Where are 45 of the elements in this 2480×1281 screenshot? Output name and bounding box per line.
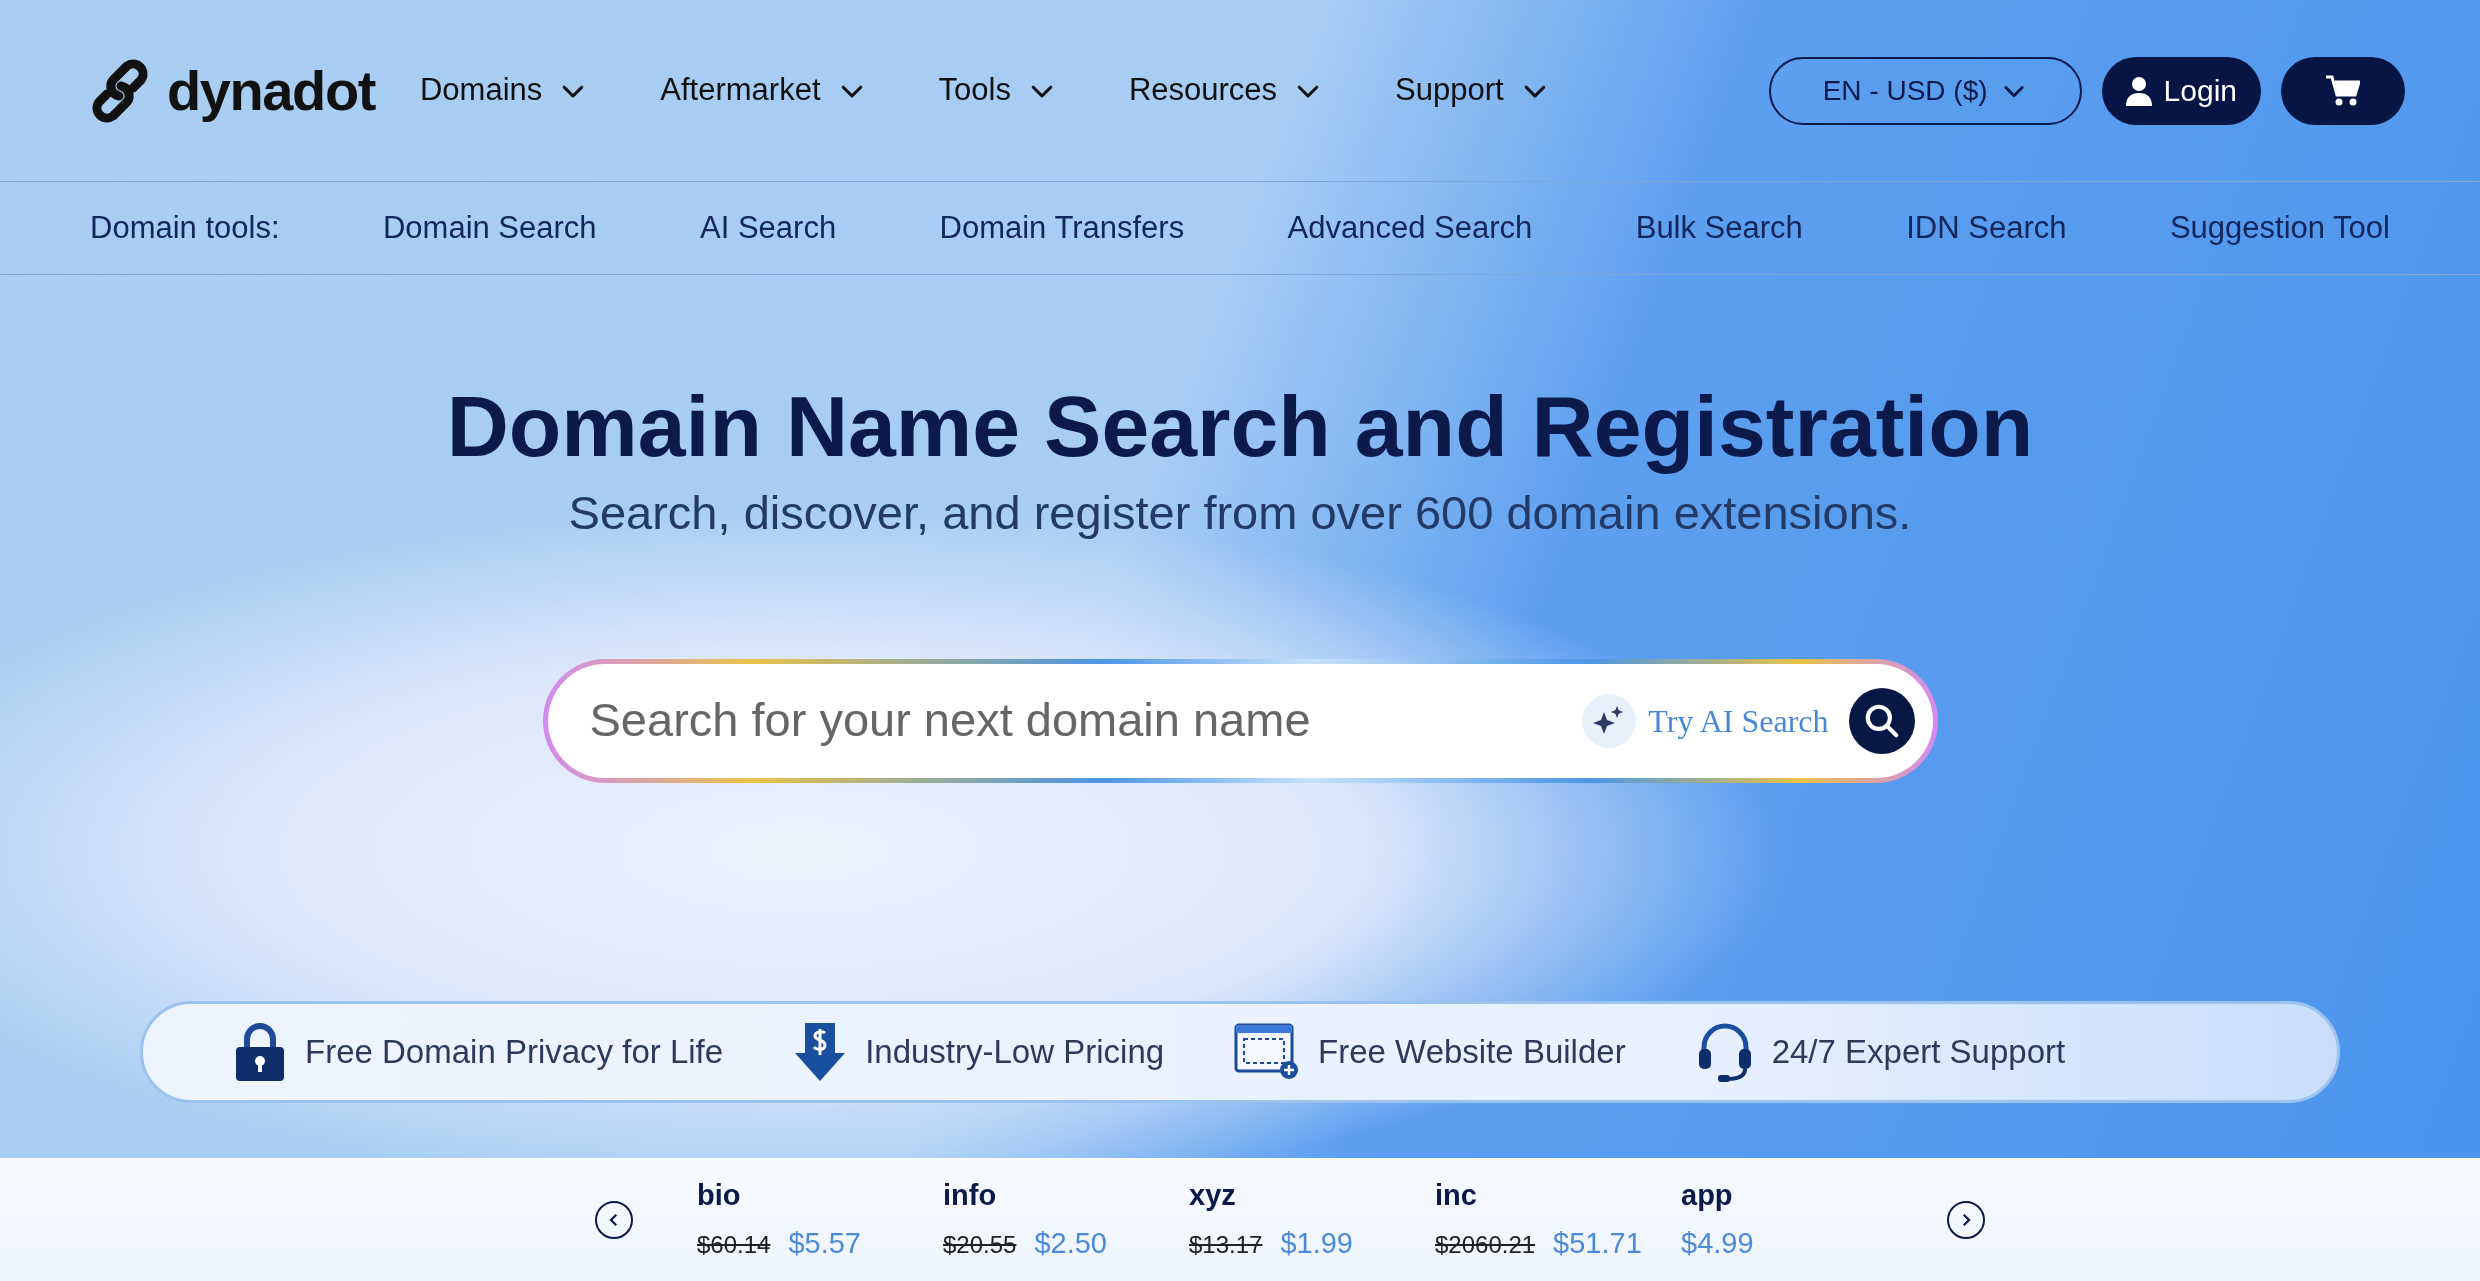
domain-tools-label: Domain tools: [90, 208, 280, 247]
tld-name: app [1681, 1178, 1734, 1213]
user-icon [2125, 75, 2152, 106]
tld-price: $5.57 [788, 1225, 861, 1261]
logo-text[interactable]: dynadot [167, 48, 375, 133]
old-price: $2060.21 [1435, 1229, 1536, 1260]
feature-text: Free Domain Privacy for Life [305, 1031, 724, 1072]
dollar-arrow-icon [793, 1020, 848, 1083]
tld-price: $51.71 [1553, 1225, 1642, 1261]
tld-price: $4.99 [1681, 1225, 1754, 1261]
cart-icon [2326, 74, 2360, 107]
feature-text: Free Website Builder [1318, 1031, 1626, 1072]
nav-menu[interactable]: Resources [1128, 67, 1324, 114]
tld-name: xyz [1189, 1178, 1237, 1213]
nav-menu[interactable]: Domains [419, 67, 589, 114]
domain-tool-link[interactable]: AI Search [700, 204, 837, 252]
old-price: $60.14 [697, 1229, 771, 1260]
domain-search-field[interactable]: Search for your next domain name Try AI Search [547, 663, 1933, 778]
domain-tool-link[interactable]: Domain Transfers [939, 204, 1185, 252]
tld-name: info [943, 1178, 998, 1213]
domain-tool-link[interactable]: Advanced Search [1287, 204, 1533, 252]
old-price: $20.55 [943, 1229, 1017, 1260]
login-button[interactable]: Login [2101, 56, 2261, 125]
browser-window-icon [1234, 1022, 1301, 1081]
tld-price: $2.50 [1034, 1225, 1107, 1261]
tld-price: $1.99 [1280, 1225, 1353, 1261]
previous-button[interactable] [595, 1200, 633, 1239]
nav-menu[interactable]: Aftermarket [660, 67, 867, 114]
domain-tool-link[interactable]: Bulk Search [1635, 204, 1803, 252]
domain-tool-link[interactable]: Suggestion Tool [2169, 204, 2390, 252]
nav-menu[interactable]: Support [1395, 67, 1550, 114]
tld-name: inc [1435, 1178, 1478, 1213]
domain-tool-link[interactable]: Domain Search [382, 204, 597, 252]
old-price: $13.17 [1189, 1229, 1263, 1260]
feature-text: 24/7 Expert Support [1771, 1031, 2066, 1072]
locale-dropdown[interactable]: EN - USD ($) [1768, 56, 2082, 125]
padlock-icon [233, 1020, 287, 1083]
nav-menu[interactable]: Tools [938, 67, 1057, 114]
hero-title: Domain Name Search and Registration [446, 377, 2034, 476]
tld-name: bio [697, 1178, 742, 1213]
feature-text: Industry-Low Pricing [865, 1031, 1165, 1072]
hero-subtitle: Search, discover, and register from over 600 domain extensions. [568, 485, 1912, 542]
next-button[interactable] [1947, 1200, 1985, 1239]
domain-tool-link[interactable]: IDN Search [1906, 204, 2067, 252]
ai-search-link[interactable]: Try AI Search [1582, 693, 1829, 748]
